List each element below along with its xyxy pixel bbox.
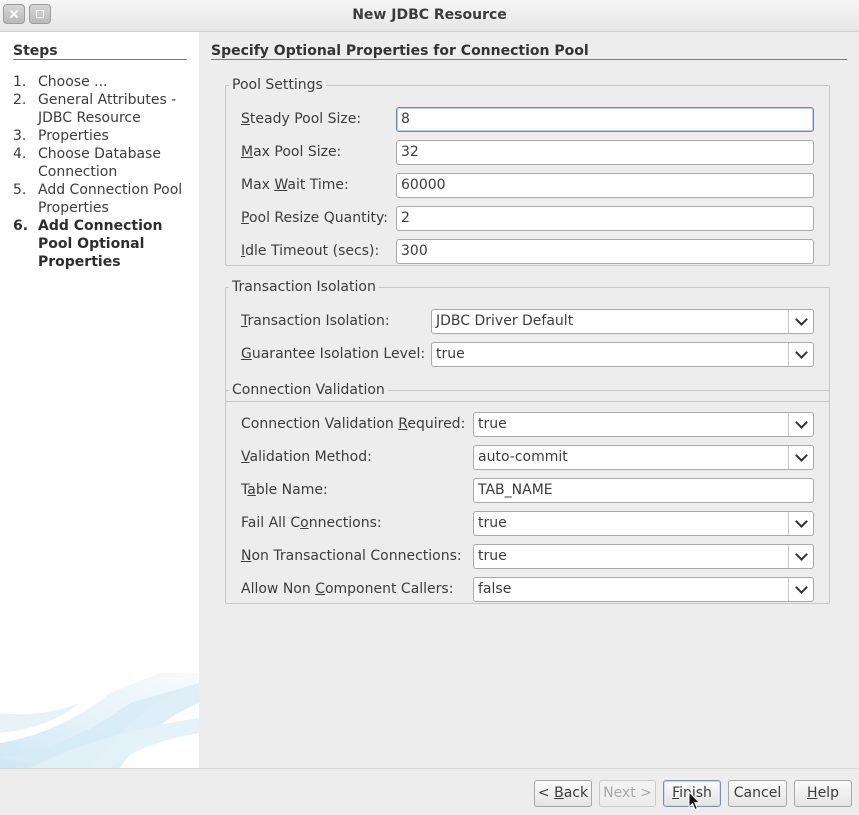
step-label: Choose ... — [38, 74, 108, 90]
chevron-down-icon[interactable] — [788, 545, 813, 568]
step-number: 6. — [13, 218, 29, 234]
title-bar: New JDBC Resource — [0, 0, 859, 32]
validation-method-label: Validation Method: — [241, 449, 372, 465]
page-title: Specify Optional Properties for Connecti… — [211, 43, 589, 59]
chevron-down-icon[interactable] — [788, 343, 813, 366]
step-item: 1. Choose ... — [13, 73, 199, 91]
combo-value: auto-commit — [478, 449, 568, 465]
chevron-down-icon[interactable] — [788, 413, 813, 436]
combo-value: JDBC Driver Default — [436, 313, 574, 329]
step-label: Properties — [38, 128, 109, 144]
step-item: 5. Add Connection Pool Properties — [13, 181, 199, 217]
combo-value: true — [478, 515, 507, 531]
step-label: Add Connection Pool Properties — [38, 182, 183, 216]
fail-all-connections-label: Fail All Connections: — [241, 515, 382, 531]
allow-non-component-callers-label: Allow Non Component Callers: — [241, 581, 454, 597]
help-button[interactable]: Help — [794, 780, 852, 807]
window-title: New JDBC Resource — [352, 7, 507, 23]
transaction-isolation-combo[interactable]: JDBC Driver Default — [431, 309, 814, 334]
step-item: 3. Properties — [13, 127, 199, 145]
combo-value: true — [478, 416, 507, 432]
steps-list: 1. Choose ... 2. General Attributes - JDBC … — [13, 73, 199, 271]
chevron-down-icon[interactable] — [788, 310, 813, 333]
title-divider — [211, 59, 847, 60]
guarantee-isolation-level-combo[interactable]: true — [431, 342, 814, 367]
chevron-down-icon[interactable] — [788, 446, 813, 469]
max-pool-size-field[interactable]: 32 — [396, 140, 814, 165]
max-wait-time-field[interactable]: 60000 — [396, 173, 814, 198]
pool-settings-legend: Pool Settings — [232, 77, 323, 93]
pool-resize-quantity-field[interactable]: 2 — [396, 206, 814, 231]
connection-validation-group: Connection Validation Connection Validat… — [225, 382, 830, 604]
combo-value: true — [436, 346, 465, 362]
back-button[interactable]: < Back — [534, 780, 592, 807]
steady-pool-size-label: Steady Pool Size: — [241, 111, 362, 127]
pool-settings-group: Pool Settings Steady Pool Size: 8 Max Po… — [225, 77, 830, 266]
non-transactional-connections-label: Non Transactional Connections: — [241, 548, 462, 564]
transaction-isolation-legend: Transaction Isolation — [232, 279, 376, 295]
connection-validation-required-label: Connection Validation Required: — [241, 416, 466, 432]
step-number: 2. — [13, 92, 27, 108]
steps-heading: Steps — [13, 43, 58, 59]
steady-pool-size-field[interactable]: 8 — [396, 107, 814, 132]
combo-value: false — [478, 581, 512, 597]
table-name-field[interactable]: TAB_NAME — [473, 478, 814, 503]
fail-all-connections-combo[interactable]: true — [473, 511, 814, 536]
non-transactional-connections-combo[interactable]: true — [473, 544, 814, 569]
connection-validation-legend: Connection Validation — [232, 382, 385, 398]
step-label: Choose Database Connection — [38, 146, 161, 180]
allow-non-component-callers-combo[interactable]: false — [473, 577, 814, 602]
chevron-down-icon[interactable] — [788, 512, 813, 535]
guarantee-isolation-level-label: Guarantee Isolation Level: — [241, 346, 426, 362]
steps-panel: Steps 1. Choose ... 2. General Attributes -… — [0, 32, 199, 768]
next-button[interactable]: Next > — [599, 780, 656, 807]
transaction-isolation-label: Transaction Isolation: — [241, 313, 390, 329]
connection-validation-required-combo[interactable]: true — [473, 412, 814, 437]
mouse-pointer-icon — [688, 791, 701, 811]
decorative-swoosh-image — [0, 673, 199, 768]
step-number: 5. — [13, 182, 27, 198]
step-label: Add Connection Pool Optional Properties — [38, 218, 163, 270]
button-bar: < Back Next > Finish Cancel Help — [0, 768, 859, 815]
table-name-label: Table Name: — [241, 482, 328, 498]
max-wait-time-label: Max Wait Time: — [241, 177, 349, 193]
idle-timeout-field[interactable]: 300 — [396, 239, 814, 264]
step-number: 4. — [13, 146, 27, 162]
step-label: General Attributes - JDBC Resource — [38, 92, 177, 126]
step-number: 3. — [13, 128, 27, 144]
cancel-button[interactable]: Cancel — [728, 780, 787, 807]
step-item: 6. Add Connection Pool Optional Propertie… — [13, 217, 199, 271]
step-number: 1. — [13, 74, 27, 90]
max-pool-size-label: Max Pool Size: — [241, 144, 342, 160]
steps-divider — [13, 59, 187, 60]
idle-timeout-label: Idle Timeout (secs): — [241, 243, 380, 259]
main-panel: Specify Optional Properties for Connecti… — [199, 32, 859, 768]
validation-method-combo[interactable]: auto-commit — [473, 445, 814, 470]
pool-resize-quantity-label: Pool Resize Quantity: — [241, 210, 388, 226]
step-item: 2. General Attributes - JDBC Resource — [13, 91, 199, 127]
combo-value: true — [478, 548, 507, 564]
step-item: 4. Choose Database Connection — [13, 145, 199, 181]
chevron-down-icon[interactable] — [788, 578, 813, 601]
